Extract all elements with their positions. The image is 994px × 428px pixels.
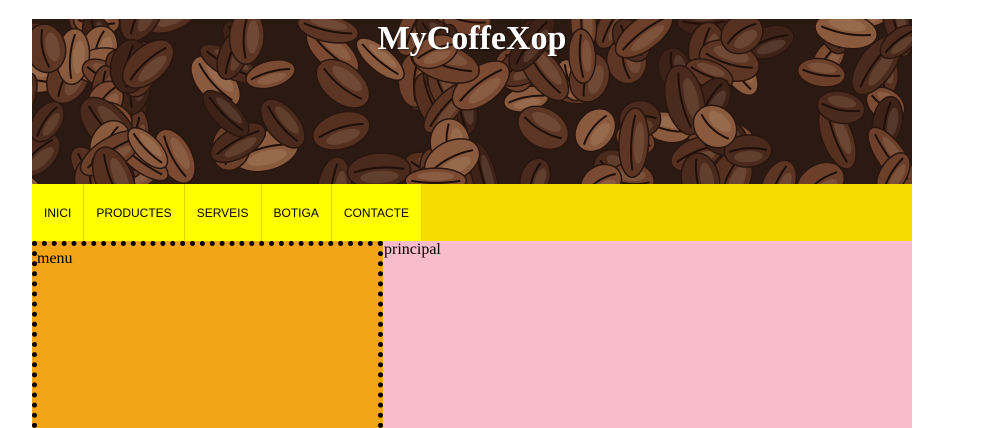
nav-item-inici[interactable]: INICI bbox=[32, 184, 85, 241]
main-label: principal bbox=[384, 241, 441, 258]
menu-label: menu bbox=[37, 250, 73, 267]
page: MyCoffeXop INICI PRODUCTES SERVEIS BOTIG… bbox=[32, 19, 912, 428]
nav-item-botiga[interactable]: BOTIGA bbox=[261, 184, 332, 241]
nav-item-contacte[interactable]: CONTACTE bbox=[331, 184, 422, 241]
header-banner: MyCoffeXop bbox=[32, 19, 912, 184]
menu-panel: menu bbox=[32, 241, 383, 428]
nav-item-productes[interactable]: PRODUCTES bbox=[84, 184, 185, 241]
main-nav: INICI PRODUCTES SERVEIS BOTIGA CONTACTE bbox=[32, 184, 912, 241]
nav-item-serveis[interactable]: SERVEIS bbox=[184, 184, 262, 241]
site-title: MyCoffeXop bbox=[377, 20, 567, 57]
main-panel: principal bbox=[383, 241, 912, 428]
content-area: menu principal bbox=[32, 241, 912, 428]
